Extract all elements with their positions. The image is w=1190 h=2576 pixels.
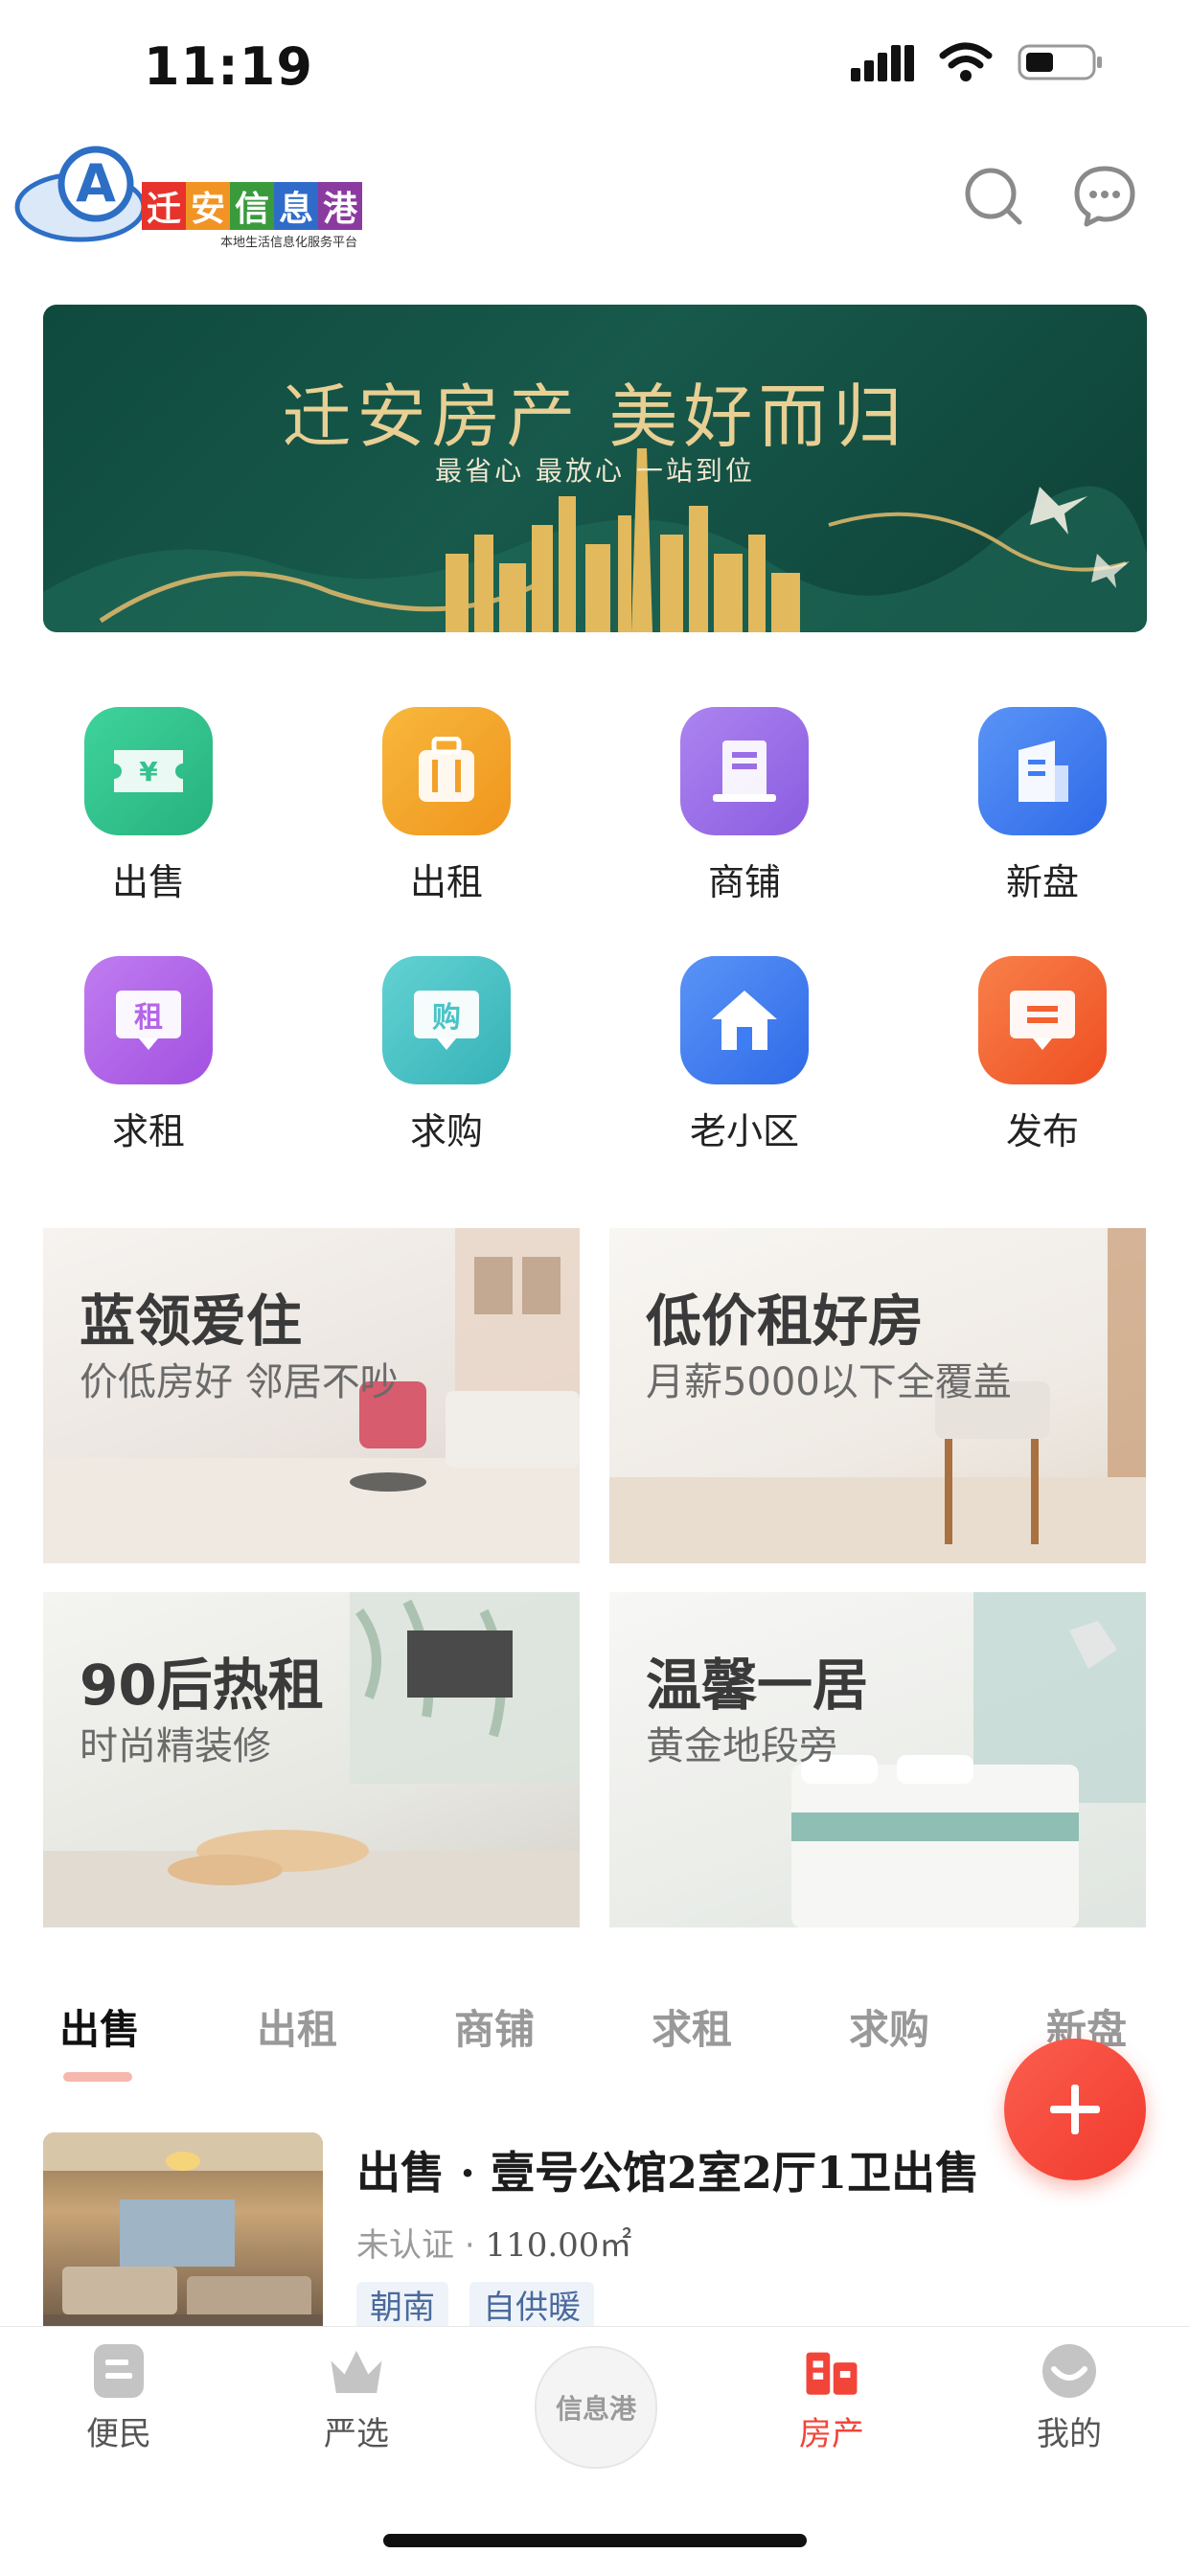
category-sell[interactable]: ¥ 出售 bbox=[43, 707, 254, 905]
category-new-listing[interactable]: 新盘 bbox=[937, 707, 1148, 905]
promo-title: 蓝领爱住 bbox=[80, 1288, 303, 1354]
category-publish[interactable]: 发布 bbox=[937, 956, 1148, 1154]
logo-char: 安 bbox=[186, 182, 230, 230]
logo-wordmark: 迁 安 信 息 港 bbox=[142, 182, 362, 230]
nav-item-selected[interactable]: 严选 bbox=[280, 2342, 433, 2454]
search-icon bbox=[965, 168, 1022, 225]
publish-note-icon bbox=[978, 956, 1107, 1084]
category-label: 出售 bbox=[111, 861, 185, 903]
promo-subtitle: 时尚精装修 bbox=[80, 1724, 271, 1768]
promo-subtitle: 价低房好 邻居不吵 bbox=[80, 1360, 399, 1404]
category-label: 老小区 bbox=[689, 1110, 799, 1152]
nav-item-profile[interactable]: 我的 bbox=[993, 2342, 1146, 2454]
wifi-icon bbox=[939, 42, 993, 81]
svg-text:A: A bbox=[76, 153, 116, 214]
category-seek-rent[interactable]: 租 求租 bbox=[43, 956, 254, 1154]
promo-subtitle: 月薪5000以下全覆盖 bbox=[646, 1360, 1012, 1404]
category-label: 发布 bbox=[1005, 1110, 1079, 1152]
category-label: 商铺 bbox=[707, 861, 781, 903]
logo-subtitle: 本地生活信息化服务平台 bbox=[220, 236, 358, 250]
rent-badge-icon: 租 bbox=[84, 956, 213, 1084]
svg-text:租: 租 bbox=[134, 1001, 163, 1035]
promo-banner[interactable]: 迁安房产 美好而归 最省心 最放心 一站到位 bbox=[43, 305, 1147, 632]
nav-item-info-port[interactable]: 信息港 bbox=[535, 2346, 657, 2469]
message-button[interactable] bbox=[1071, 163, 1138, 230]
tab-seek-rent[interactable]: 求租 bbox=[652, 1997, 732, 2056]
user-avatar-icon bbox=[1041, 2342, 1098, 2400]
banner-subtitle: 最省心 最放心 一站到位 bbox=[435, 455, 755, 487]
status-icons bbox=[851, 42, 1104, 82]
listing-tabs: 出售 出租 商铺 求租 求购 新盘 bbox=[0, 1997, 1190, 2084]
promo-title: 低价租好房 bbox=[646, 1288, 925, 1354]
category-rent[interactable]: 出租 bbox=[341, 707, 552, 905]
promo-card-low-price[interactable]: 低价租好房 月薪5000以下全覆盖 bbox=[609, 1228, 1146, 1563]
home-indicator bbox=[383, 2534, 807, 2547]
nav-label: 严选 bbox=[324, 2415, 389, 2453]
category-shop[interactable]: 商铺 bbox=[639, 707, 850, 905]
logo-char: 迁 bbox=[142, 182, 186, 230]
buildings-icon bbox=[803, 2342, 860, 2400]
svg-text:¥: ¥ bbox=[139, 756, 158, 787]
category-old-community[interactable]: 老小区 bbox=[639, 956, 850, 1154]
category-label: 求购 bbox=[409, 1110, 483, 1152]
certification-status: 未认证 bbox=[356, 2226, 454, 2265]
nav-item-convenience[interactable]: 便民 bbox=[42, 2342, 195, 2454]
category-label: 新盘 bbox=[1005, 861, 1079, 903]
nav-label: 便民 bbox=[86, 2415, 151, 2453]
status-time: 11:19 bbox=[144, 36, 313, 97]
plus-icon bbox=[1050, 2085, 1100, 2134]
listing-thumbnail[interactable] bbox=[43, 2132, 323, 2330]
add-post-button[interactable] bbox=[1004, 2039, 1146, 2180]
listing-area: 110.00㎡ bbox=[485, 2226, 632, 2265]
tab-seek-buy[interactable]: 求购 bbox=[849, 1997, 929, 2056]
nav-item-property[interactable]: 房产 bbox=[755, 2342, 908, 2454]
search-button[interactable] bbox=[960, 163, 1027, 230]
promo-title: 90后热租 bbox=[80, 1653, 324, 1718]
promo-card-post90s[interactable]: 90后热租 时尚精装修 bbox=[43, 1592, 580, 1927]
nav-label: 房产 bbox=[799, 2415, 864, 2453]
app-logo[interactable]: A 迁 安 信 息 港 本地生活信息化服务平台 bbox=[13, 140, 368, 250]
tab-rent[interactable]: 出租 bbox=[257, 1997, 337, 2056]
new-building-icon bbox=[978, 707, 1107, 835]
tab-sell[interactable]: 出售 bbox=[59, 1997, 140, 2056]
listing-meta: 未认证 · 110.00㎡ bbox=[356, 2219, 631, 2266]
tab-shop[interactable]: 商铺 bbox=[454, 1997, 535, 2056]
category-seek-buy[interactable]: 购 求购 bbox=[341, 956, 552, 1154]
suitcase-icon bbox=[382, 707, 511, 835]
house-icon bbox=[680, 956, 809, 1084]
active-tab-indicator bbox=[63, 2072, 132, 2082]
promo-title: 温馨一居 bbox=[646, 1653, 869, 1718]
category-label: 出租 bbox=[409, 861, 483, 903]
cellular-signal-icon bbox=[851, 45, 914, 81]
logo-char: 信 bbox=[230, 182, 274, 230]
living-room-photo-image bbox=[43, 2132, 323, 2330]
battery-icon bbox=[1018, 44, 1102, 80]
logo-char: 港 bbox=[318, 182, 362, 230]
shop-building-icon bbox=[680, 707, 809, 835]
nav-label: 我的 bbox=[1037, 2415, 1102, 2453]
promo-card-blue-collar[interactable]: 蓝领爱住 价低房好 邻居不吵 bbox=[43, 1228, 580, 1563]
chat-bubble-icon bbox=[1074, 166, 1135, 227]
yuan-ticket-icon: ¥ bbox=[84, 707, 213, 835]
meta-separator: · bbox=[464, 2226, 486, 2265]
buy-badge-icon: 购 bbox=[382, 956, 511, 1084]
crown-icon bbox=[328, 2342, 385, 2400]
svg-text:购: 购 bbox=[432, 1001, 461, 1035]
listing-title[interactable]: 出售 · 壹号公馆2室2厅1卫出售 bbox=[356, 2138, 979, 2201]
category-label: 求租 bbox=[111, 1110, 185, 1152]
promo-card-cozy-one-bed[interactable]: 温馨一居 黄金地段旁 bbox=[609, 1592, 1146, 1927]
document-icon bbox=[90, 2342, 148, 2400]
promo-subtitle: 黄金地段旁 bbox=[646, 1724, 837, 1768]
banner-title: 迁安房产 美好而归 bbox=[282, 376, 908, 457]
logo-char: 息 bbox=[274, 182, 318, 230]
